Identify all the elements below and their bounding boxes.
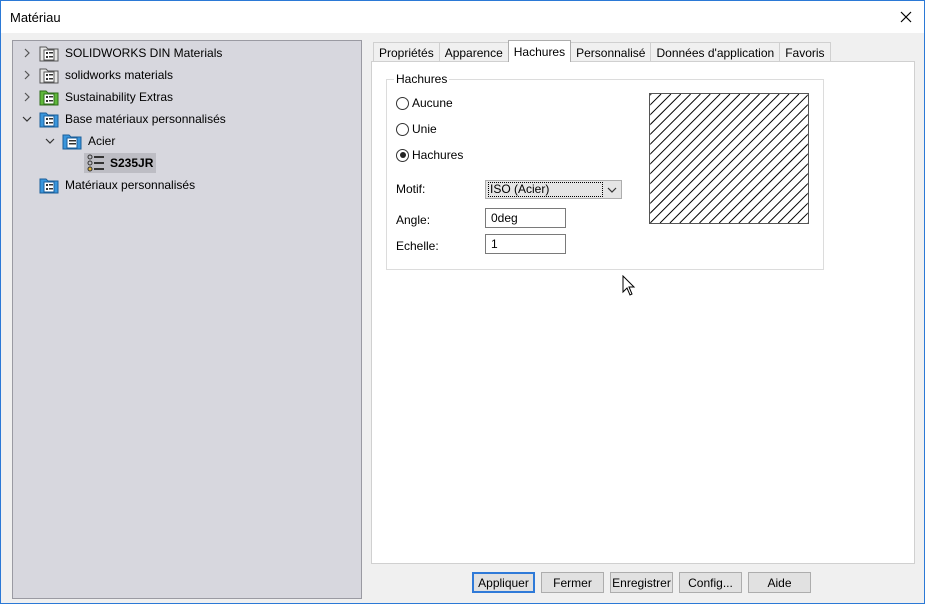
tree-item-label: Matériaux personnalisés [65,178,196,192]
tab-hachures[interactable]: Hachures [507,40,572,62]
chevron-right-icon[interactable] [21,91,33,103]
save-button[interactable]: Enregistrer [610,572,673,593]
tree-item-label: S235JR [110,156,154,170]
window-title: Matériau [10,10,61,25]
hatch-line [787,202,808,223]
help-button[interactable]: Aide [748,572,811,593]
radio-hachures[interactable]: Hachures [396,148,463,162]
hatch-line [650,94,780,223]
material-dialog: Matériau SOLIDWORKS DIN Materials solidw… [0,0,925,604]
config-button[interactable]: Config... [679,572,742,593]
tree-item-solidworks-materials[interactable]: solidworks materials [21,65,173,85]
tree-item-label: Base matériaux personnalisés [65,112,226,126]
title-bar: Matériau [1,1,924,33]
motif-select[interactable]: ISO (Acier) [485,180,622,199]
radio-label: Unie [412,122,437,136]
tree-item-label: SOLIDWORKS DIN Materials [65,46,223,60]
chevron-right-icon[interactable] [21,47,33,59]
tab-favoris[interactable]: Favoris [779,42,831,62]
groupbox-title: Hachures [394,72,450,86]
hatch-line [669,94,800,223]
chevron-down-icon[interactable] [21,113,33,125]
tab-proprietes[interactable]: Propriétés [373,42,440,62]
radio-button[interactable] [396,122,409,136]
chevron-down-icon[interactable] [44,135,56,147]
library-folder-icon [39,46,59,62]
tab-personnalise[interactable]: Personnalisé [570,42,652,62]
chevron-right-icon[interactable] [21,69,33,81]
hatch-line [659,94,790,223]
hatch-groupbox: Hachures Aucune Unie Hachures Motif: ISO… [386,72,824,270]
tree-item-acier[interactable]: Acier [44,131,115,151]
tree-item-base-materiaux-personnalises[interactable]: Base matériaux personnalisés [21,109,226,129]
library-folder-icon [39,68,59,84]
tab-donnees-application[interactable]: Données d'application [650,42,781,62]
hatch-line [689,104,808,223]
tree-item-solidworks-din-materials[interactable]: SOLIDWORKS DIN Materials [21,43,222,63]
mouse-cursor-icon [622,275,636,296]
tab-strip: Propriétés Apparence Hachures Personnali… [373,40,831,62]
radio-label: Aucune [412,96,453,110]
hatch-line [679,94,808,223]
tree-item-sustainability-extras[interactable]: Sustainability Extras [21,87,173,107]
chevron-down-icon [607,187,617,193]
tree-item-label: Acier [88,134,116,148]
hatch-preview [649,93,809,224]
motif-label: Motif: [396,182,426,196]
angle-input[interactable] [485,208,566,228]
selection-highlight: S235JR [84,153,157,173]
tree-item-materiaux-personnalises[interactable]: Matériaux personnalisés [39,175,195,195]
blue-library-folder-icon [39,178,59,194]
tree-item-label: solidworks materials [65,68,174,82]
material-tree[interactable]: SOLIDWORKS DIN Materials solidworks mate… [12,40,362,599]
scale-label: Echelle: [396,239,439,253]
angle-label: Angle: [396,213,431,227]
radio-button-selected[interactable] [396,148,409,162]
close-dialog-button[interactable]: Fermer [541,572,604,593]
scale-input[interactable] [485,234,566,254]
tree-item-s235jr[interactable]: S235JR [84,153,157,173]
close-icon [900,11,912,23]
tree-item-label: Sustainability Extras [65,90,174,104]
blue-category-folder-icon [62,134,82,150]
radio-label: Hachures [412,148,464,162]
green-library-folder-icon [39,90,59,106]
close-button[interactable] [888,1,924,33]
radio-unie[interactable]: Unie [396,122,437,136]
apply-button[interactable]: Appliquer [472,572,535,593]
radio-aucune[interactable]: Aucune [396,96,453,110]
material-list-icon [87,154,104,172]
blue-library-folder-icon [39,112,59,128]
motif-select-value: ISO (Acier) [488,182,603,197]
radio-button[interactable] [396,96,409,110]
hatch-line [807,222,808,223]
hatch-tab-panel: Hachures Aucune Unie Hachures Motif: ISO… [371,61,915,564]
tab-apparence[interactable]: Apparence [438,42,509,62]
